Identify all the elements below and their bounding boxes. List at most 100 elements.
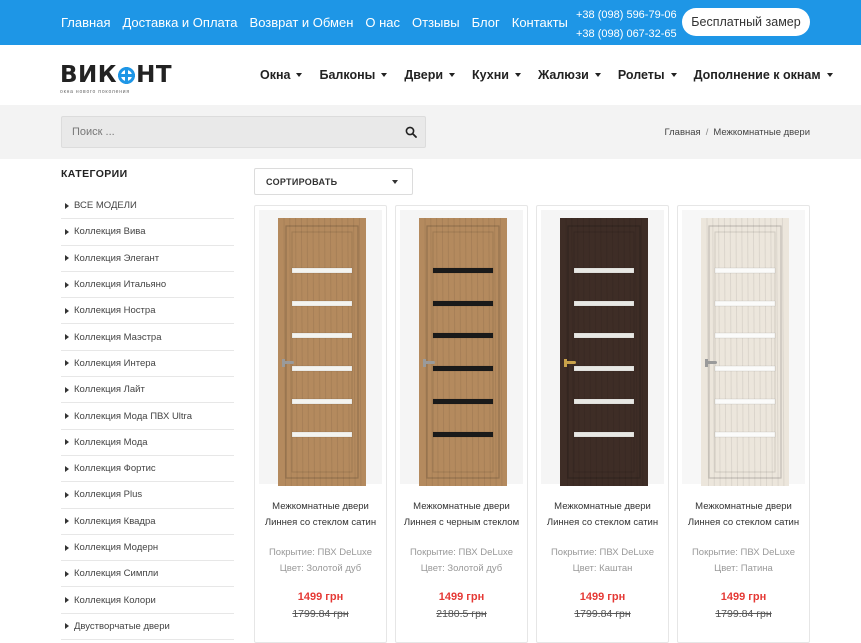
chevron-right-icon — [65, 228, 69, 235]
search-input[interactable] — [62, 117, 392, 147]
nav-item-windows[interactable]: Окна — [260, 68, 303, 82]
logo[interactable]: ВИК НТ окна нового поколения — [60, 62, 172, 95]
chevron-right-icon — [65, 491, 69, 498]
main-nav: Окна Балконы Двери Кухни Жалюзи Ролеты Д… — [260, 45, 833, 105]
category-label: Коллекция Элегант — [74, 252, 160, 264]
logo-crosshair-icon — [118, 66, 136, 84]
chevron-right-icon — [65, 307, 69, 314]
free-measure-button[interactable]: Бесплатный замер — [682, 8, 810, 36]
logo-tagline: окна нового поколения — [60, 89, 130, 95]
product-card[interactable]: Межкомнатные двери Линнея со стеклом сати… — [254, 205, 387, 643]
product-price: 1499 грн — [438, 591, 485, 603]
top-link-returns[interactable]: Возврат и Обмен — [250, 15, 354, 30]
door-image — [419, 218, 507, 486]
category-item[interactable]: Коллекция Квадра — [61, 509, 234, 535]
category-label: ВСЕ МОДЕЛИ — [74, 200, 137, 212]
category-item[interactable]: Двустворчатые двери — [61, 614, 234, 641]
category-item[interactable]: Коллекция Фортис — [61, 456, 234, 483]
chevron-down-icon — [594, 73, 601, 77]
product-old-price: 1799.84 грн — [574, 608, 631, 620]
product-meta: Покрытие: ПВХ DeLuxe Цвет: Золотой дуб — [259, 545, 382, 577]
product-meta: Покрытие: ПВХ DeLuxe Цвет: Каштан — [541, 545, 664, 577]
nav-item-blinds[interactable]: Жалюзи — [538, 68, 601, 82]
product-old-price: 2180.5 грн — [436, 608, 487, 620]
top-bar: Главная Доставка и Оплата Возврат и Обме… — [0, 0, 861, 45]
breadcrumb: Главная / Межкомнатные двери — [664, 127, 810, 138]
product-name[interactable]: Межкомнатные двери Линнея со стеклом сати… — [259, 499, 382, 531]
product-photo[interactable] — [541, 210, 664, 486]
category-item[interactable]: Коллекция Итальяно — [61, 272, 234, 299]
category-label: Двустворчатые двери — [74, 620, 170, 632]
product-color: Цвет: Патина — [714, 563, 773, 574]
nav-item-rollers[interactable]: Ролеты — [618, 68, 677, 82]
category-label: Коллекция Симпли — [74, 568, 159, 580]
category-item[interactable]: Коллекция Лайт — [61, 377, 234, 404]
product-name[interactable]: Межкомнатные двери Линнея с черным стекло… — [400, 499, 523, 531]
category-item[interactable]: Коллекция Интера — [61, 351, 234, 378]
top-link-delivery[interactable]: Доставка и Оплата — [122, 15, 237, 30]
category-label: Коллекция Вива — [74, 226, 146, 238]
door-image — [278, 218, 366, 486]
chevron-right-icon — [65, 360, 69, 367]
nav-item-window-addons[interactable]: Дополнение к окнам — [694, 68, 833, 82]
product-photo[interactable] — [682, 210, 805, 486]
product-photo[interactable] — [400, 210, 523, 486]
top-link-blog[interactable]: Блог — [472, 15, 500, 30]
chevron-right-icon — [65, 255, 69, 262]
category-label: Коллекция Колори — [74, 594, 156, 606]
product-old-price: 1799.84 грн — [292, 608, 349, 620]
chevron-right-icon — [65, 281, 69, 288]
category-item[interactable]: Коллекция Нострa — [61, 298, 234, 325]
category-item[interactable]: Коллекция Маэстра — [61, 324, 234, 351]
sort-dropdown[interactable]: СОРТИРОВАТЬ — [254, 168, 413, 195]
top-link-about[interactable]: О нас — [365, 15, 400, 30]
phone-2[interactable]: +38 (098) 067-32-65 — [576, 25, 677, 44]
search-icon[interactable] — [405, 126, 417, 138]
category-label: Коллекция Модерн — [74, 542, 159, 553]
category-item[interactable]: ВСЕ МОДЕЛИ — [61, 193, 234, 220]
category-item[interactable]: Коллекция Симпли — [61, 561, 234, 588]
phone-1[interactable]: +38 (098) 596-79-06 — [576, 6, 677, 25]
chevron-down-icon — [449, 73, 456, 77]
product-card[interactable]: Межкомнатные двери Линнея с черным стекло… — [395, 205, 528, 643]
top-link-contacts[interactable]: Контакты — [512, 15, 568, 30]
top-link-reviews[interactable]: Отзывы — [412, 15, 460, 30]
product-card[interactable]: Межкомнатные двери Линнея со стеклом сати… — [536, 205, 669, 643]
product-card[interactable]: Межкомнатные двери Линнея со стеклом сати… — [677, 205, 810, 643]
category-label: Коллекция Итальяно — [74, 279, 167, 291]
chevron-right-icon — [65, 413, 69, 420]
category-item[interactable]: Коллекция Мода ПВХ Ultra — [61, 403, 234, 430]
product-name-line2: Линнея со стеклом сатин — [687, 517, 800, 528]
top-link-home[interactable]: Главная — [61, 15, 110, 30]
door-image — [701, 218, 789, 486]
door-image — [560, 218, 648, 486]
product-meta: Покрытие: ПВХ DeLuxe Цвет: Золотой дуб — [400, 545, 523, 577]
chevron-right-icon — [65, 202, 69, 209]
nav-item-kitchens[interactable]: Кухни — [472, 68, 521, 82]
breadcrumb-home[interactable]: Главная — [665, 127, 701, 138]
category-item[interactable]: Коллекция Вива — [61, 219, 234, 246]
category-item[interactable]: Коллекция Колори — [61, 587, 234, 614]
category-label: Коллекция Plus — [74, 489, 143, 501]
product-color: Цвет: Каштан — [572, 563, 633, 574]
category-label: Коллекция Интера — [74, 357, 156, 369]
category-label: Коллекция Фортис — [74, 463, 156, 475]
chevron-right-icon — [65, 439, 69, 446]
nav-item-doors[interactable]: Двери — [404, 68, 456, 82]
category-item[interactable]: Коллекция Plus — [61, 482, 234, 509]
category-item[interactable]: Коллекция Мода — [61, 430, 234, 456]
nav-item-balconies[interactable]: Балконы — [319, 68, 388, 82]
product-name[interactable]: Межкомнатные двери Линнея со стеклом сати… — [682, 499, 805, 531]
category-list: ВСЕ МОДЕЛИ Коллекция Вива Коллекция Элеган… — [61, 193, 234, 641]
chevron-right-icon — [65, 386, 69, 393]
chevron-down-icon — [514, 73, 521, 77]
product-photo[interactable] — [259, 210, 382, 486]
product-old-price: 1799.84 грн — [715, 608, 772, 620]
chevron-right-icon — [65, 623, 69, 630]
category-label: Коллекция Мода — [74, 436, 148, 448]
category-item[interactable]: Коллекция Модерн — [61, 535, 234, 562]
product-name[interactable]: Межкомнатные двери Линнея со стеклом сати… — [541, 499, 664, 531]
chevron-down-icon — [826, 73, 833, 77]
product-name-line2: Линнея со стеклом сатин — [546, 517, 659, 528]
category-item[interactable]: Коллекция Элегант — [61, 246, 234, 272]
